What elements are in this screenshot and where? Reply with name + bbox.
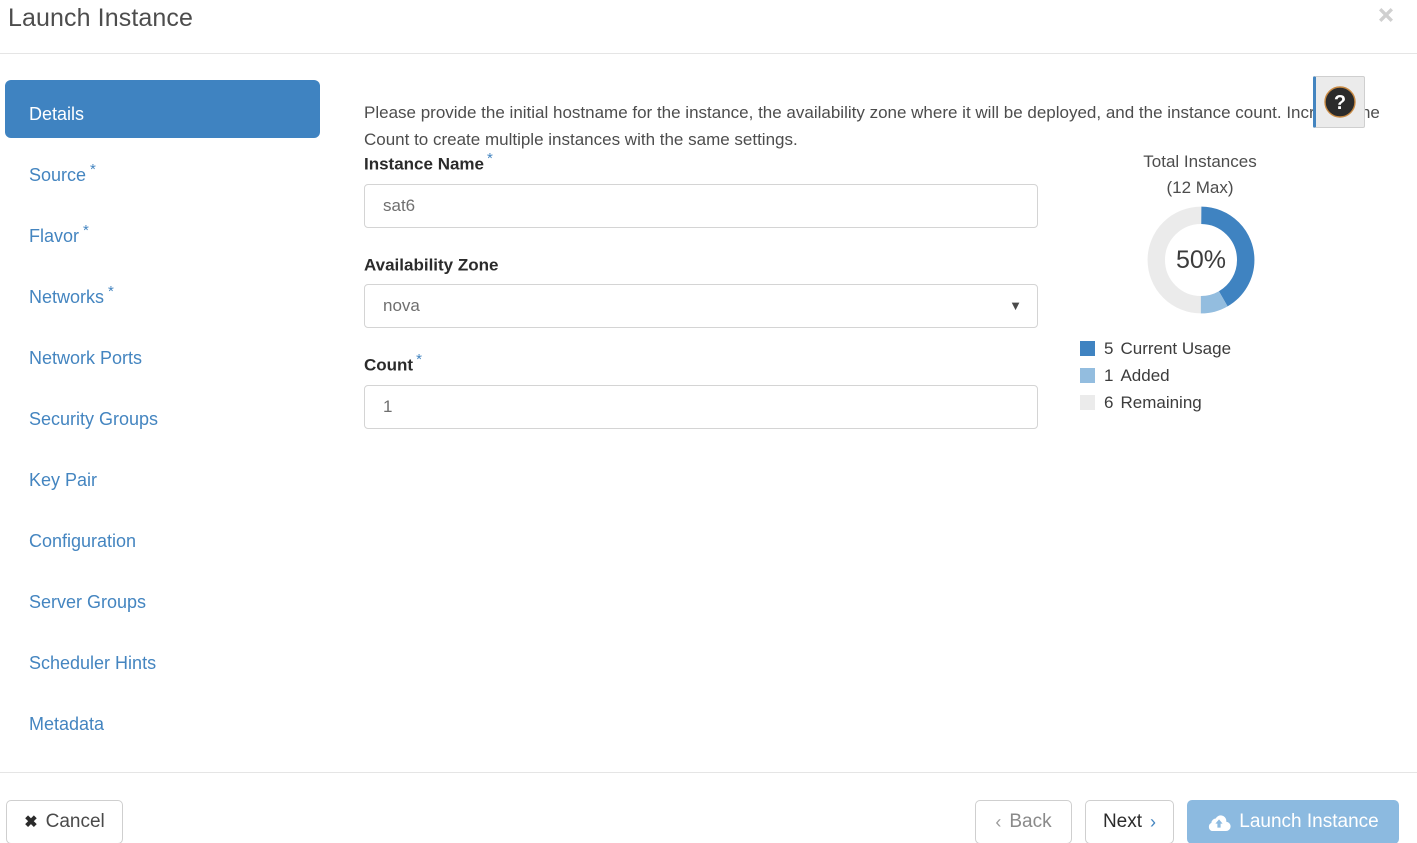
- x-icon: ✖: [24, 814, 38, 831]
- instance-name-label-text: Instance Name: [364, 154, 484, 174]
- sidebar-item-label: Configuration: [29, 531, 137, 551]
- sidebar-item-networks[interactable]: Networks *: [5, 263, 320, 321]
- legend-item-current-usage: 5 Current Usage: [1080, 335, 1340, 362]
- instance-name-input[interactable]: [364, 183, 1038, 228]
- chevron-left-icon: ‹: [995, 811, 1002, 832]
- count-label-text: Count: [364, 355, 414, 375]
- launch-instance-button[interactable]: Launch Instance: [1187, 800, 1399, 843]
- donut-center-label: 50%: [1175, 246, 1227, 274]
- back-button[interactable]: ‹ Back: [975, 800, 1072, 843]
- count-field-group: Count *: [364, 350, 1038, 429]
- details-form: Instance Name* Availability Zone ▼ C: [364, 149, 1038, 451]
- legend-label: Current Usage: [1120, 338, 1232, 358]
- sidebar-item-label: Scheduler Hints: [29, 653, 157, 673]
- sidebar-item-flavor[interactable]: Flavor *: [5, 202, 320, 260]
- sidebar-item-label: Flavor: [29, 226, 80, 246]
- sidebar-item-configuration[interactable]: Configuration: [5, 507, 320, 565]
- required-marker: *: [416, 351, 422, 369]
- legend-label: Added: [1120, 365, 1170, 385]
- back-button-label: Back: [1009, 811, 1052, 832]
- legend-label: Remaining: [1120, 392, 1202, 412]
- modal-body: Details Source * Flavor * Networks * Networ…: [0, 54, 1417, 772]
- legend-swatch-remaining: [1080, 395, 1095, 410]
- required-marker: *: [108, 283, 114, 300]
- availability-zone-select-wrap: ▼: [364, 284, 1038, 329]
- sidebar-item-label: Metadata: [29, 714, 105, 734]
- sidebar-item-security-groups[interactable]: Security Groups: [5, 385, 320, 443]
- legend-value: 5: [1104, 338, 1114, 358]
- instance-name-label: Instance Name *: [364, 149, 1038, 175]
- quota-panel: Total Instances (12 Max) 50% 5 Current U…: [1080, 149, 1360, 416]
- next-button[interactable]: Next ›: [1085, 800, 1174, 843]
- modal-header: Launch Instance: [0, 0, 1417, 54]
- sidebar-item-scheduler-hints[interactable]: Scheduler Hints: [5, 629, 320, 687]
- availability-zone-select[interactable]: [364, 284, 1038, 329]
- count-label: Count *: [364, 350, 1038, 376]
- cloud-upload-icon: [1209, 814, 1231, 831]
- required-marker: *: [487, 150, 493, 167]
- sidebar-item-label: Network Ports: [29, 348, 143, 368]
- launch-instance-modal: Launch Instance Details Source * Flavor * …: [0, 0, 1417, 843]
- quota-title-line2: (12 Max): [1166, 178, 1234, 197]
- step-description: Please provide the initial hostname for …: [364, 103, 1380, 149]
- help-question-icon: ?: [1324, 86, 1356, 118]
- count-input[interactable]: [364, 384, 1038, 429]
- availability-zone-label: Availability Zone: [364, 250, 1038, 276]
- chevron-right-icon: ›: [1150, 811, 1157, 832]
- instance-name-field-group: Instance Name *: [364, 149, 1038, 228]
- legend-swatch-current-usage: [1080, 341, 1095, 356]
- legend-value: 6: [1104, 392, 1114, 412]
- sidebar-item-label: Key Pair: [29, 470, 98, 490]
- sidebar-item-network-ports[interactable]: Network Ports: [5, 324, 320, 382]
- sidebar-item-label: Networks: [29, 287, 105, 307]
- availability-zone-field-group: Availability Zone ▼: [364, 250, 1038, 329]
- legend-value: 1: [1104, 365, 1114, 385]
- sidebar-item-server-groups[interactable]: Server Groups: [5, 568, 320, 626]
- close-icon[interactable]: [1373, 2, 1399, 28]
- modal-footer: ✖ Cancel ‹ Back Next › Launch Instance: [0, 772, 1417, 843]
- required-marker: *: [90, 161, 96, 178]
- details-step-pane: Please provide the initial hostname for …: [355, 54, 1380, 772]
- sidebar-item-details[interactable]: Details: [5, 80, 320, 138]
- availability-zone-label-text: Availability Zone: [364, 255, 499, 275]
- sidebar-item-source[interactable]: Source *: [5, 141, 320, 199]
- close-icon-glyph: [1379, 8, 1393, 22]
- sidebar-item-label: Source: [29, 165, 87, 185]
- required-marker: *: [83, 222, 89, 239]
- next-button-label: Next: [1102, 811, 1143, 832]
- sidebar-item-label: Security Groups: [29, 409, 159, 429]
- sidebar-item-label: Details: [29, 104, 85, 124]
- cancel-button-label: Cancel: [45, 811, 105, 832]
- legend-item-added: 1 Added: [1080, 362, 1340, 389]
- legend-item-remaining: 6 Remaining: [1080, 389, 1340, 416]
- quota-title-line1: Total Instances: [1143, 152, 1257, 171]
- quota-legend: 5 Current Usage 1 Added 6 Remaining: [1080, 335, 1340, 416]
- sidebar-item-key-pair[interactable]: Key Pair: [5, 446, 320, 504]
- help-button[interactable]: ?: [1313, 76, 1365, 128]
- legend-swatch-added: [1080, 368, 1095, 383]
- quota-donut-chart: 50%: [1080, 206, 1320, 329]
- launch-instance-button-label: Launch Instance: [1239, 811, 1379, 832]
- sidebar-item-metadata[interactable]: Metadata: [5, 690, 320, 748]
- sidebar-item-label: Server Groups: [29, 592, 147, 612]
- page-title: Launch Instance: [8, 4, 193, 32]
- cancel-button[interactable]: ✖ Cancel: [6, 800, 123, 843]
- wizard-nav: Details Source * Flavor * Networks * Networ…: [5, 80, 325, 751]
- svg-text:?: ?: [1334, 92, 1346, 114]
